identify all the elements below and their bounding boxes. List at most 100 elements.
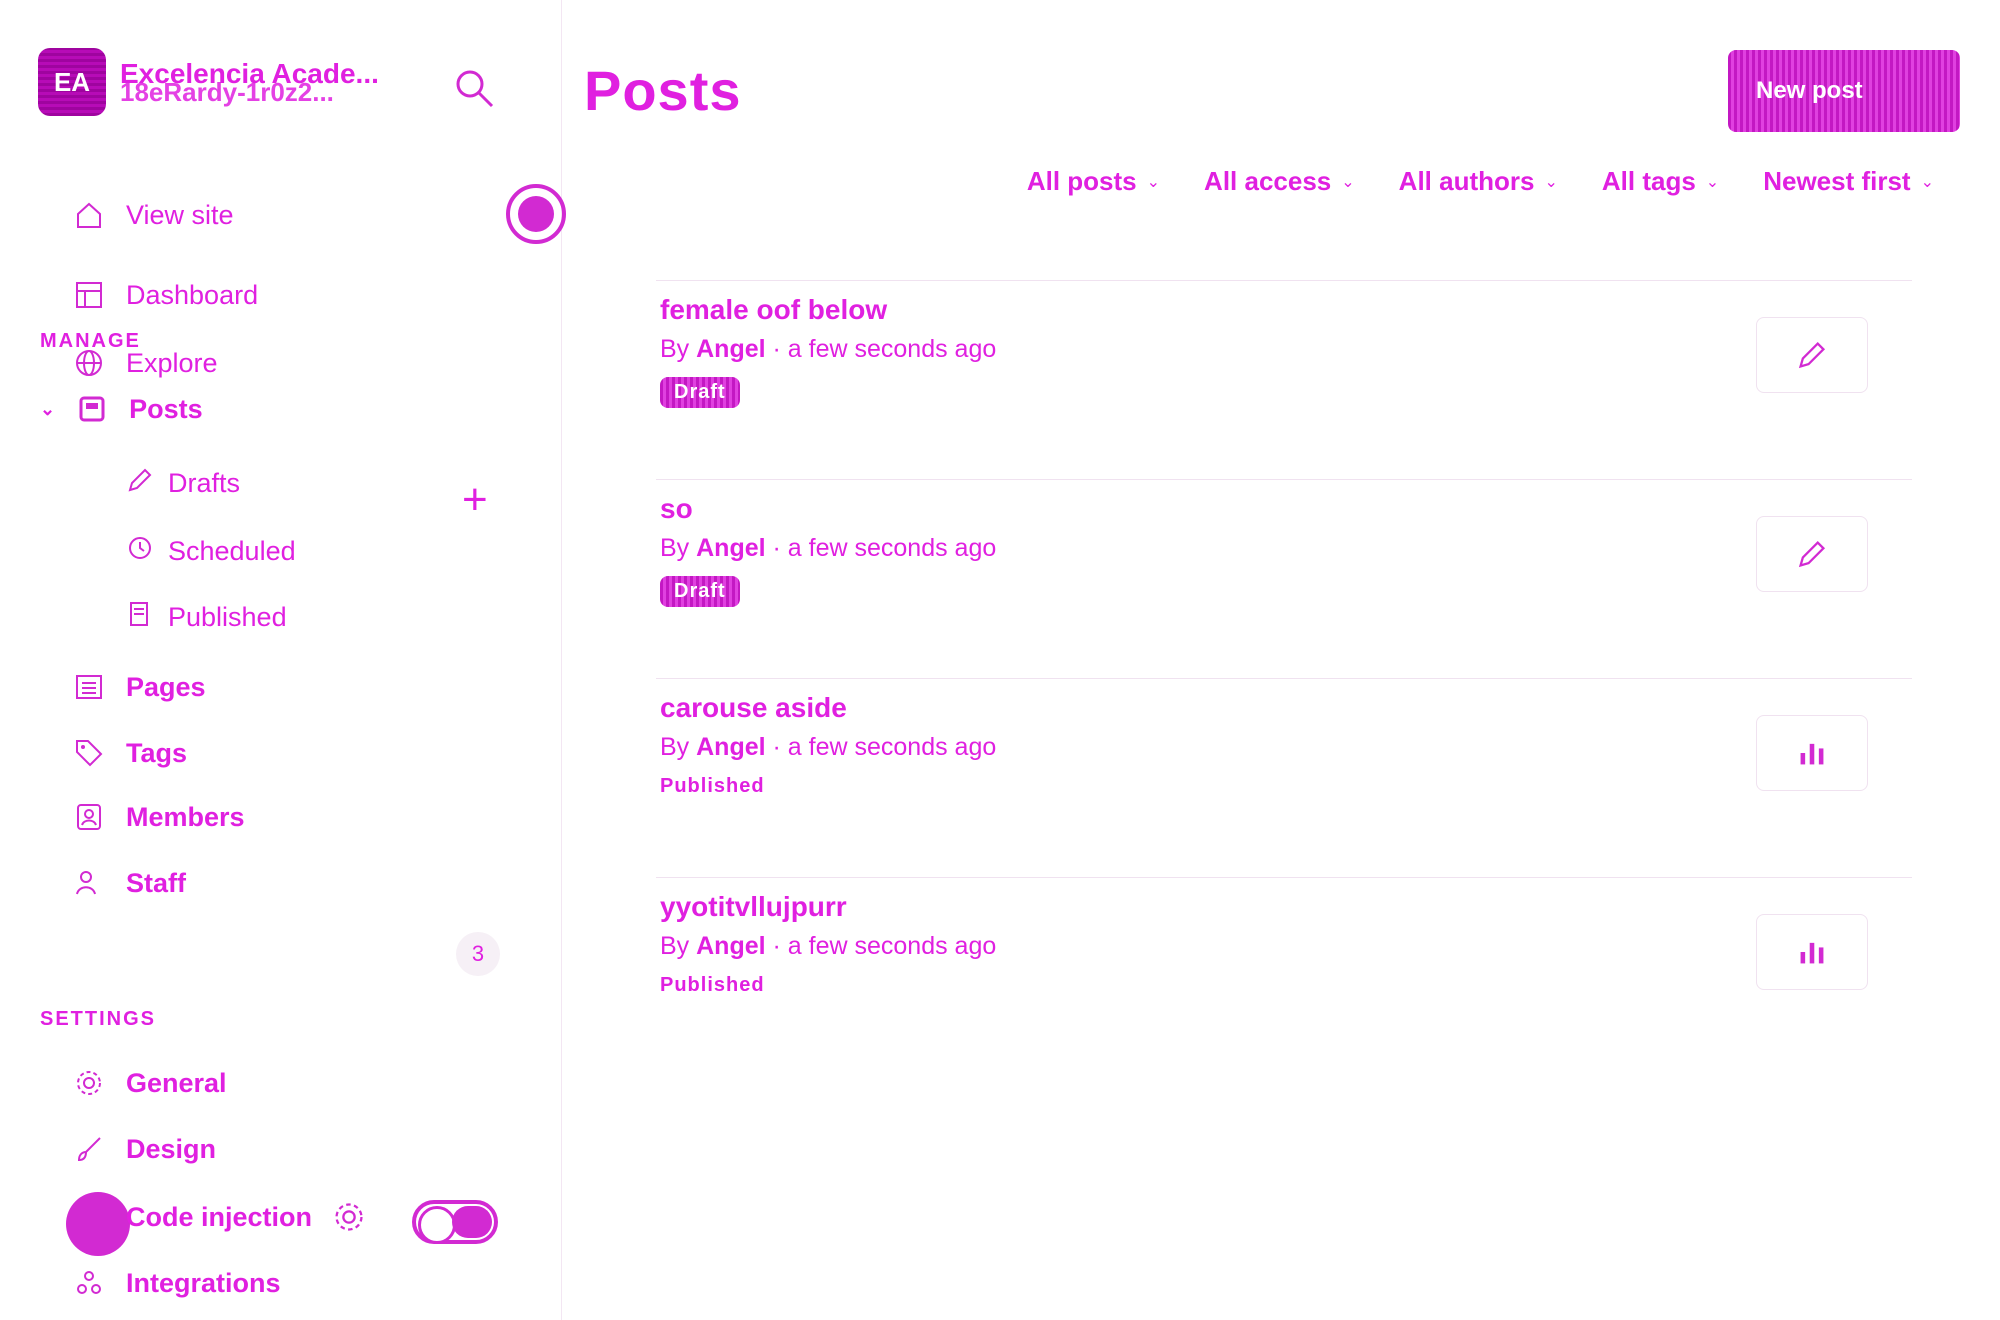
pages-icon <box>72 670 106 704</box>
brush-icon <box>72 1132 106 1166</box>
nav-published[interactable]: Published <box>126 600 287 635</box>
post-meta: By Angel · a few seconds ago <box>660 932 997 960</box>
sidebar: EA Excelencia Acade... 18eRardy-1r0z2...… <box>0 0 566 1320</box>
nav-code-injection[interactable]: Code injection <box>126 1200 366 1234</box>
filter-tags-label: All tags <box>1601 166 1696 196</box>
nav-posts-label: Posts <box>129 393 203 424</box>
filter-authors[interactable]: All authors ⌄ <box>1399 166 1558 197</box>
post-analytics-button[interactable] <box>1756 715 1868 791</box>
post-author: Angel <box>696 335 766 363</box>
nav-posts[interactable]: ⌄ Posts <box>40 392 203 426</box>
nav-general-label: General <box>126 1067 227 1098</box>
nav-dashboard[interactable]: Dashboard <box>72 278 258 312</box>
members-count-badge: 3 <box>456 932 500 976</box>
nav-scheduled[interactable]: Scheduled <box>126 534 296 569</box>
nav-drafts[interactable]: Drafts <box>126 466 240 501</box>
nav-integrations-label: Integrations <box>126 1267 281 1298</box>
post-title[interactable]: yyotitvllujpurr <box>660 890 1912 924</box>
nav-general[interactable]: General <box>72 1066 227 1100</box>
posts-icon <box>75 392 109 426</box>
layout-icon <box>72 278 106 312</box>
post-time: a few seconds ago <box>787 534 997 562</box>
manage-section-label: MANAGE <box>40 330 141 352</box>
post-row[interactable]: carouse aside By Angel · a few seconds a… <box>656 678 1912 877</box>
home-icon <box>72 198 106 232</box>
filter-post-type-label: All posts <box>1026 166 1137 196</box>
edit-post-button[interactable] <box>1756 516 1868 592</box>
chevron-down-icon: ⌄ <box>1705 173 1720 191</box>
filter-authors-label: All authors <box>1398 166 1535 196</box>
nav-drafts-label: Drafts <box>168 468 241 498</box>
nav-integrations[interactable]: Integrations <box>72 1266 281 1300</box>
filter-tags[interactable]: All tags ⌄ <box>1602 166 1719 197</box>
filter-sort[interactable]: Newest first ⌄ <box>1763 166 1934 197</box>
add-post-icon[interactable]: + <box>462 478 488 522</box>
post-row[interactable]: female oof below By Angel · a few second… <box>656 280 1912 479</box>
bar-chart-icon <box>1800 743 1824 765</box>
nav-view-site[interactable]: View site <box>72 198 234 232</box>
post-author: Angel <box>696 534 766 562</box>
theme-toggle-icon[interactable] <box>506 184 566 244</box>
integrations-icon <box>72 1266 106 1300</box>
pencil-icon <box>1798 540 1826 568</box>
staff-icon <box>72 866 106 900</box>
settings-gear-icon[interactable] <box>332 1200 366 1234</box>
tag-icon <box>72 736 106 770</box>
filter-post-type[interactable]: All posts ⌄ <box>1027 166 1160 197</box>
pencil-icon <box>1798 341 1826 369</box>
nav-staff[interactable]: Staff <box>72 866 186 900</box>
nav-design[interactable]: Design <box>72 1132 216 1166</box>
nav-staff-label: Staff <box>126 867 186 898</box>
filter-access[interactable]: All access ⌄ <box>1204 166 1355 197</box>
nav-pages-label: Pages <box>126 671 206 702</box>
post-meta: By Angel · a few seconds ago <box>660 733 997 761</box>
new-post-button[interactable]: New post <box>1728 50 1960 132</box>
nav-members[interactable]: Members <box>72 800 245 834</box>
gear-icon <box>72 1066 106 1100</box>
filter-bar: All posts ⌄ All access ⌄ All authors ⌄ All … <box>1027 166 1934 197</box>
post-title[interactable]: so <box>660 492 1912 526</box>
page-title: Posts <box>584 59 742 122</box>
post-title[interactable]: carouse aside <box>660 691 1912 725</box>
nav-tags[interactable]: Tags <box>72 736 187 770</box>
post-analytics-button[interactable] <box>1756 914 1868 990</box>
post-author: Angel <box>696 733 766 761</box>
chevron-down-icon: ⌄ <box>1146 173 1161 191</box>
edit-post-button[interactable] <box>1756 317 1868 393</box>
settings-section-label: SETTINGS <box>40 1008 157 1030</box>
post-row[interactable]: yyotitvllujpurr By Angel · a few seconds… <box>656 877 1912 1076</box>
dark-mode-switch[interactable] <box>412 1200 498 1244</box>
nav-pages[interactable]: Pages <box>72 670 206 704</box>
chevron-down-icon: ⌄ <box>1544 173 1558 191</box>
nav-tags-label: Tags <box>126 737 188 768</box>
status-badge: Draft <box>660 576 740 607</box>
chevron-down-icon[interactable]: ⌄ <box>40 399 55 420</box>
post-meta: By Angel · a few seconds ago <box>660 335 997 363</box>
nav-design-label: Design <box>126 1133 217 1164</box>
post-author: Angel <box>696 932 766 960</box>
status-badge: Published <box>660 974 765 996</box>
nav-view-site-label: View site <box>126 199 234 230</box>
post-time: a few seconds ago <box>787 733 997 761</box>
site-brand[interactable]: EA Excelencia Acade... 18eRardy-1r0z2... <box>38 48 379 116</box>
site-logo: EA <box>38 48 106 116</box>
filter-access-label: All access <box>1204 166 1332 196</box>
bar-chart-icon <box>1800 942 1824 964</box>
nav-scheduled-label: Scheduled <box>168 536 296 566</box>
post-meta: By Angel · a few seconds ago <box>660 534 997 562</box>
site-subtitle: 18eRardy-1r0z2... <box>120 77 334 107</box>
status-badge: Published <box>660 775 765 797</box>
clock-icon <box>126 534 154 569</box>
post-time: a few seconds ago <box>787 335 997 363</box>
pencil-icon <box>126 466 154 501</box>
chevron-down-icon: ⌄ <box>1341 173 1355 191</box>
nav-published-label: Published <box>168 602 287 632</box>
chevron-down-icon: ⌄ <box>1920 173 1934 191</box>
post-title[interactable]: female oof below <box>660 293 1912 327</box>
status-badge: Draft <box>660 377 740 408</box>
members-icon <box>72 800 106 834</box>
user-avatar[interactable] <box>66 1192 130 1256</box>
post-row[interactable]: so By Angel · a few seconds ago Draft <box>656 479 1912 678</box>
search-icon[interactable] <box>452 66 496 110</box>
nav-dashboard-label: Dashboard <box>126 279 259 310</box>
